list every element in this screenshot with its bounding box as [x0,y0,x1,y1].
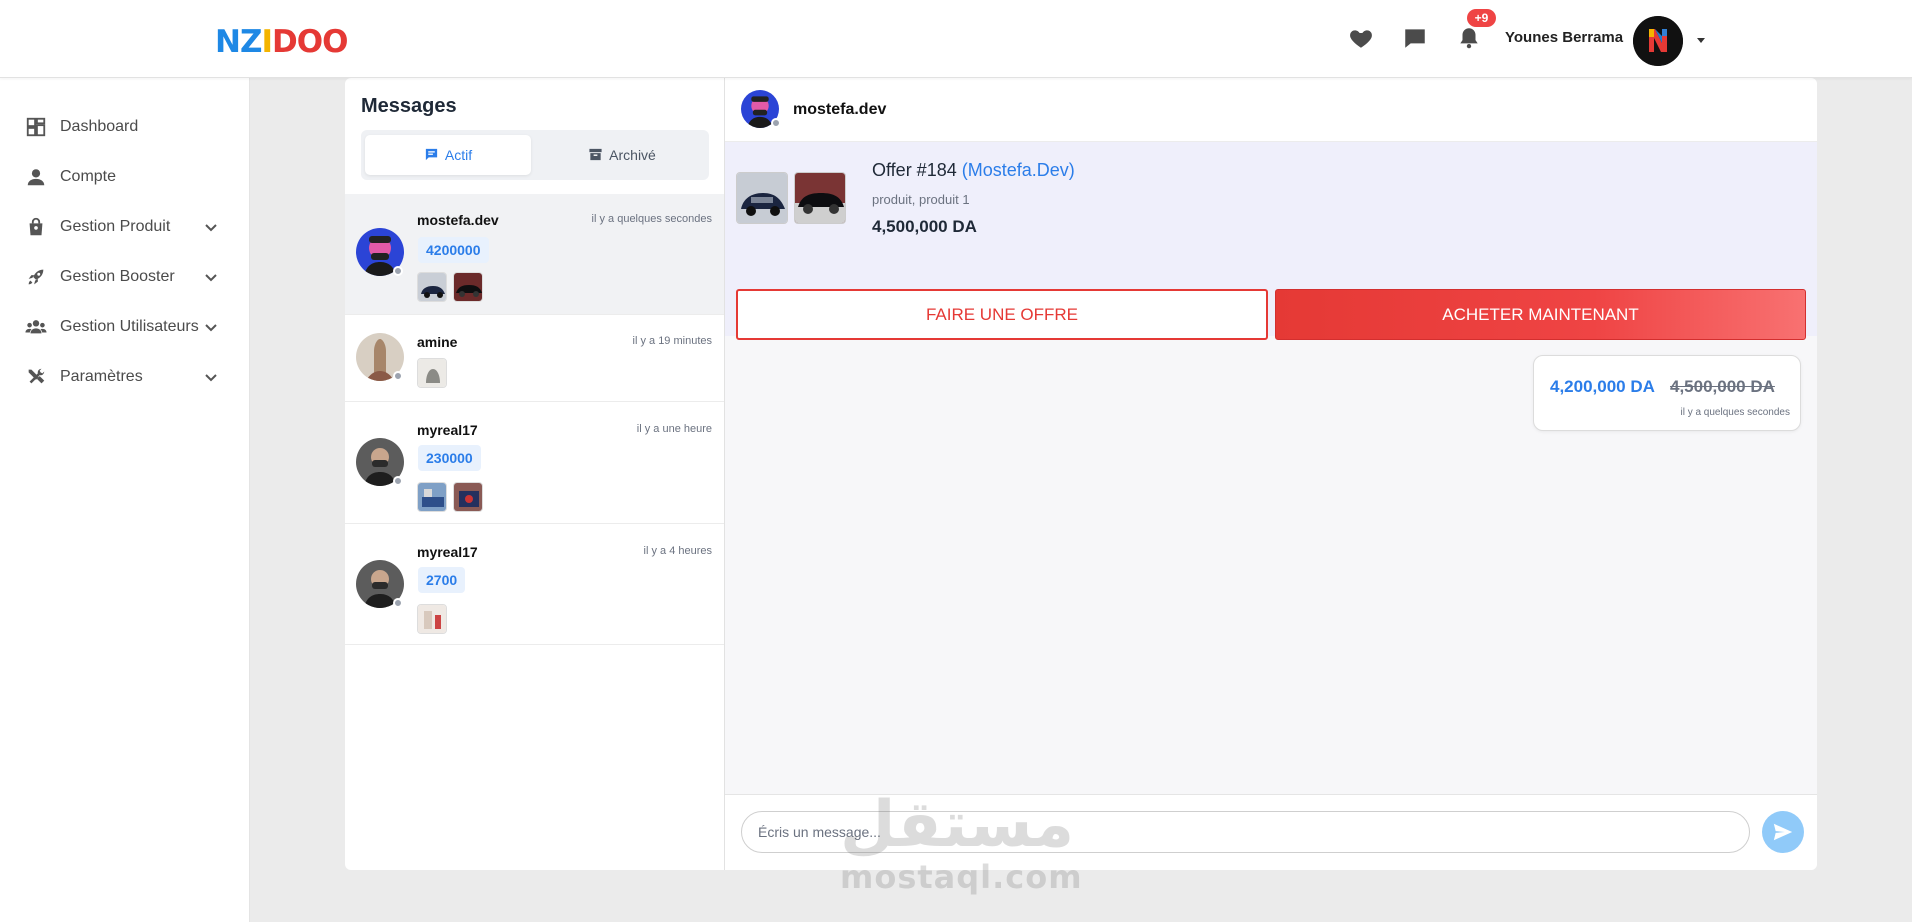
product-thumbnail [453,482,483,512]
tools-icon [25,366,47,388]
offer-thumbnail[interactable] [736,172,788,224]
offer-number: Offer #184 [872,160,957,180]
shopping-bag-icon [25,216,47,238]
sidebar-item-label: Gestion Booster [60,268,175,285]
sidebar-item-label: Dashboard [60,118,139,135]
chat-input-bar [725,794,1817,870]
logo-letter: D [271,24,298,60]
conversation-item[interactable]: mostefa.dev il y a quelques secondes 420… [345,194,724,315]
sidebar-item-compte[interactable]: Compte [0,152,250,202]
notification-badge: +9 [1467,9,1496,27]
status-dot [393,266,403,276]
logo-letter: I [261,24,273,60]
sidebar-item-label: Paramètres [60,368,143,385]
buy-now-button[interactable]: ACHETER MAINTENANT [1275,289,1806,340]
chat-icon[interactable] [1402,25,1428,51]
chevron-down-icon[interactable] [203,269,219,285]
send-icon [1773,823,1793,841]
make-offer-button[interactable]: FAIRE UNE OFFRE [736,289,1268,340]
chevron-down-icon[interactable] [203,219,219,235]
product-thumbnail [417,604,447,634]
sidebar: Dashboard Compte Gestion Produit Gestion… [0,78,250,922]
tab-actif[interactable]: Actif [365,135,531,175]
conversation-item[interactable]: myreal17 il y a une heure 230000 [345,402,724,524]
caret-down-icon[interactable] [1694,33,1708,47]
chat-header: mostefa.dev [725,78,1817,142]
conversation-name: myreal17 [417,422,478,438]
chat-panel: mostefa.dev Offer #184 (Mostefa.Dev) pro… [725,78,1817,870]
offer-message-bubble: 4,200,000 DA 4,500,000 DA il y a quelque… [1533,355,1801,431]
sidebar-item-label: Gestion Utilisateurs [60,318,199,335]
original-price: 4,500,000 DA [1670,377,1775,396]
nzidoo-logo[interactable]: NZIDOO [215,22,348,62]
sidebar-item-parametres[interactable]: Paramètres [0,352,250,402]
messages-title: Messages [361,95,457,117]
price-badge: 230000 [418,445,481,471]
user-icon [25,166,47,188]
send-button[interactable] [1762,811,1804,853]
offer-title: Offer #184 (Mostefa.Dev) [872,160,1075,181]
sidebar-item-dashboard[interactable]: Dashboard [0,102,250,152]
sidebar-item-gestion-utilisateurs[interactable]: Gestion Utilisateurs [0,302,250,352]
status-dot [393,476,403,486]
sidebar-item-label: Gestion Produit [60,218,171,235]
logo-letter: O [322,24,348,60]
conversation-name: mostefa.dev [417,212,499,228]
messages-panel: Messages Actif Archivé mostefa.dev il y … [345,78,725,870]
status-dot [393,598,403,608]
offer-subtitle: produit, produit 1 [872,192,970,207]
rocket-icon [25,266,47,288]
conversation-time: il y a 4 heures [643,545,712,557]
offer-seller-link[interactable]: (Mostefa.Dev) [962,160,1075,180]
price-badge: 2700 [418,567,466,593]
archive-icon [589,148,602,161]
product-thumbnail [453,272,483,302]
offered-price: 4,200,000 DA [1550,377,1655,396]
conversation-time: il y a quelques secondes [591,213,712,225]
chat-icon [425,148,437,161]
logo-letter: Z [239,24,263,60]
sidebar-item-label: Compte [60,168,117,185]
conversation-item[interactable]: amine il y a 19 minutes [345,315,724,402]
product-thumbnail [417,272,447,302]
message-input[interactable] [741,811,1750,853]
offer-thumbnail[interactable] [794,172,846,224]
sidebar-item-gestion-booster[interactable]: Gestion Booster [0,252,250,302]
logo-letter: O [296,24,323,60]
message-time: il y a quelques secondes [1680,407,1790,418]
tab-label: Archivé [609,147,656,163]
bell-icon[interactable] [1456,25,1482,51]
chevron-down-icon[interactable] [203,369,219,385]
status-dot [393,371,403,381]
tab-archive[interactable]: Archivé [539,135,705,175]
message-tabs: Actif Archivé [361,130,709,180]
user-name[interactable]: Younes Berrama [1505,29,1623,46]
tab-label: Actif [444,147,473,163]
status-dot [771,118,781,128]
chevron-down-icon[interactable] [203,319,219,335]
offer-price: 4,500,000 DA [872,217,977,236]
heart-icon[interactable] [1348,25,1374,51]
conversation-name: amine [417,334,458,350]
conversation-time: il y a 19 minutes [632,335,712,347]
conversation-time: il y a une heure [636,423,712,435]
price-badge: 4200000 [418,237,489,263]
logo-letter: N [215,24,241,60]
product-thumbnail [417,482,447,512]
dashboard-icon [25,116,47,138]
conversation-item[interactable]: myreal17 il y a 4 heures 2700 [345,524,724,645]
conversation-name: myreal17 [417,544,478,560]
users-icon [25,316,47,338]
chat-contact-name[interactable]: mostefa.dev [793,101,886,119]
sidebar-item-gestion-produit[interactable]: Gestion Produit [0,202,250,252]
top-bar: NZIDOO +9 Younes Berrama [0,0,1912,78]
product-thumbnail [417,358,447,388]
user-avatar[interactable] [1633,16,1683,66]
